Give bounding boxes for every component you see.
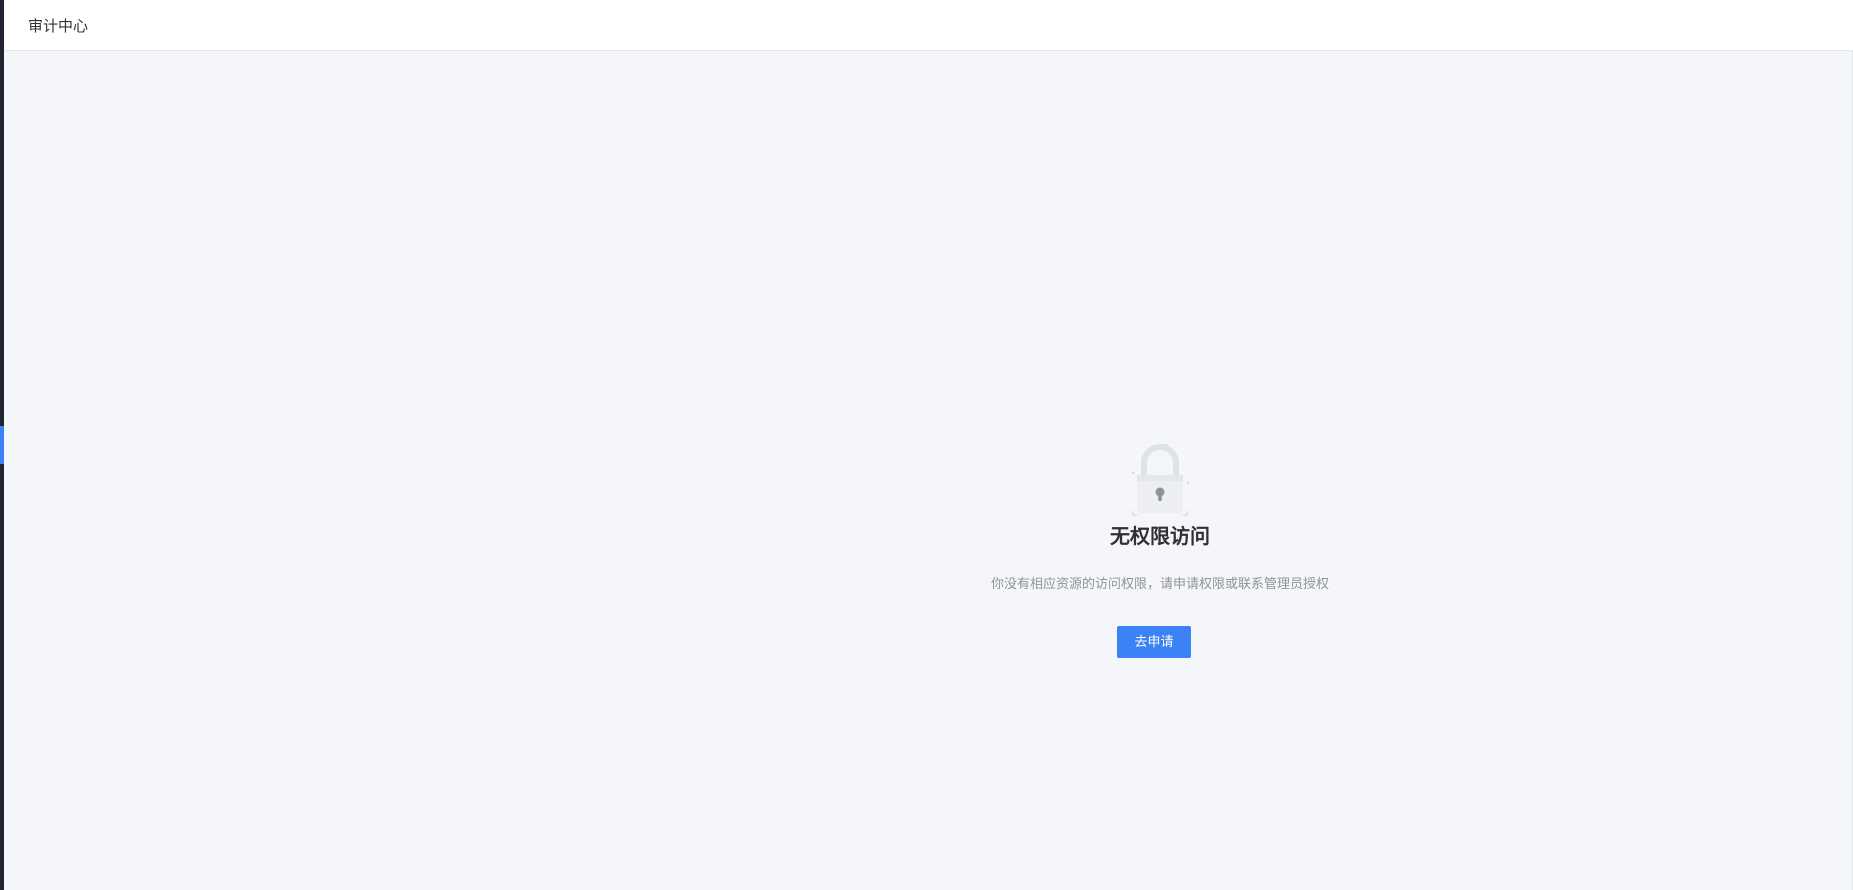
top-header: 审计中心 <box>4 0 1853 51</box>
left-rail-active-marker <box>0 426 4 464</box>
apply-button[interactable]: 去申请 <box>1117 626 1191 658</box>
lock-icon <box>1127 440 1193 520</box>
error-description: 你没有相应资源的访问权限，请申请权限或联系管理员授权 <box>990 577 1329 592</box>
error-title: 无权限访问 <box>1110 524 1210 548</box>
page-title: 审计中心 <box>28 17 89 35</box>
